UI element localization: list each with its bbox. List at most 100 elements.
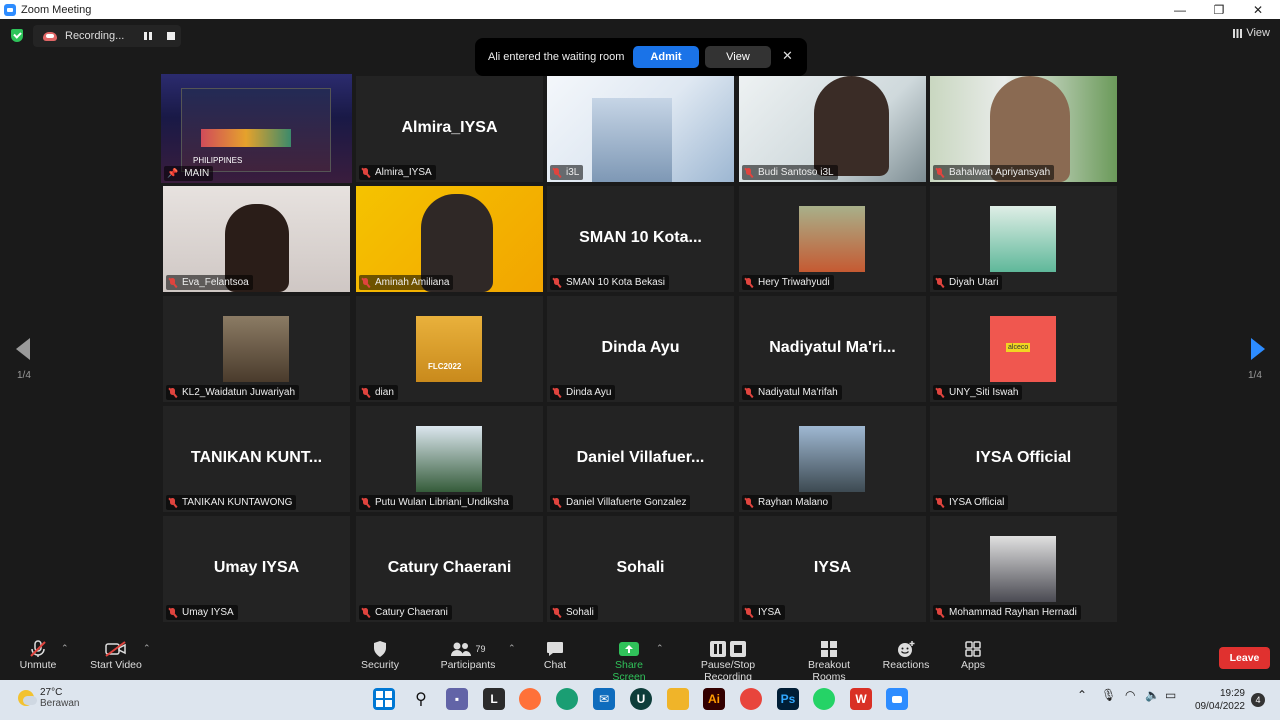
close-window-button[interactable]: ✕ <box>1238 0 1278 19</box>
battery-icon[interactable]: ▭ <box>1165 688 1176 702</box>
muted-mic-icon <box>169 607 176 618</box>
video-tile-kl2[interactable]: KL2_Waidatun Juwariyah <box>163 296 350 402</box>
video-tile-catury[interactable]: Catury Chaerani Catury Chaerani <box>356 516 543 622</box>
video-tile-almira[interactable]: Almira_IYSA Almira_IYSA <box>356 76 543 182</box>
grid-icon <box>1233 28 1243 38</box>
muted-microphone-icon <box>30 640 46 657</box>
video-tile-sman10[interactable]: SMAN 10 Kota... SMAN 10 Kota Bekasi <box>547 186 734 292</box>
participant-name-label: dian <box>359 385 398 400</box>
profile-picture <box>990 206 1056 272</box>
participant-name-label: Bahalwan Apriyansyah <box>933 165 1055 180</box>
teams-chat-icon[interactable]: ▪ <box>446 688 468 710</box>
apps-button[interactable]: Apps <box>958 639 988 671</box>
video-tile-eva[interactable]: Eva_Felantsoa <box>163 186 350 292</box>
breakout-rooms-icon <box>821 641 837 657</box>
chrome-icon[interactable] <box>740 688 762 710</box>
video-tile-dian[interactable]: FLC2022 dian <box>356 296 543 402</box>
file-app-l-icon[interactable]: L <box>483 688 505 710</box>
video-tile-rayhan[interactable]: Rayhan Malano <box>739 406 926 512</box>
notification-message: Ali entered the waiting room <box>488 51 625 63</box>
video-tile-aminah[interactable]: Aminah Amiliana <box>356 186 543 292</box>
weather-cloudy-icon <box>18 690 37 706</box>
participants-caret-icon[interactable]: ⌃ <box>508 643 516 654</box>
recording-label: Recording... <box>65 30 125 42</box>
video-tile-iysa-official[interactable]: IYSA Official IYSA Official <box>930 406 1117 512</box>
participant-name-label: Putu Wulan Libriani_Undiksha <box>359 495 513 510</box>
video-tile-hery[interactable]: Hery Triwahyudi <box>739 186 926 292</box>
profile-picture <box>990 536 1056 602</box>
pause-recording-button[interactable] <box>144 32 152 40</box>
mail-icon[interactable]: ✉ <box>593 688 615 710</box>
system-clock[interactable]: 19:29 09/04/2022 <box>1190 687 1245 713</box>
video-tile-dinda[interactable]: Dinda Ayu Dinda Ayu <box>547 296 734 402</box>
search-icon[interactable]: ⚲ <box>410 688 432 710</box>
muted-mic-icon <box>362 277 369 288</box>
chat-icon <box>547 642 563 656</box>
whatsapp-icon[interactable] <box>813 688 835 710</box>
wps-office-icon[interactable]: W <box>850 688 872 710</box>
recording-indicator: Recording... <box>33 25 181 47</box>
next-page-arrow-icon[interactable] <box>1251 338 1265 360</box>
maximize-button[interactable]: ❐ <box>1199 0 1239 19</box>
video-tile-bahalwan[interactable]: Bahalwan Apriyansyah <box>930 76 1117 182</box>
show-hidden-icons-caret-icon[interactable]: ⌃ <box>1077 688 1087 702</box>
volume-icon[interactable]: 🔈 <box>1145 688 1160 702</box>
security-shield-icon[interactable] <box>11 29 23 42</box>
breakout-rooms-button[interactable]: Breakout Rooms <box>790 639 868 683</box>
video-tile-mohammad[interactable]: Mohammad Rayhan Hernadi <box>930 516 1117 622</box>
video-tile-daniel[interactable]: Daniel Villafuer... Daniel Villafuerte G… <box>547 406 734 512</box>
participant-display-name: TANIKAN KUNT... <box>190 449 323 467</box>
video-tile-tanikan[interactable]: TANIKAN KUNT... TANIKAN KUNTAWONG <box>163 406 350 512</box>
edge-icon[interactable] <box>556 688 578 710</box>
video-tile-i3l[interactable]: i3L <box>547 76 734 182</box>
start-menu-icon[interactable] <box>373 688 395 710</box>
view-mode-button[interactable]: View <box>1233 27 1270 39</box>
participants-button[interactable]: 79 Participants <box>440 639 496 671</box>
muted-mic-icon <box>936 167 943 178</box>
admit-button[interactable]: Admit <box>633 46 699 68</box>
video-tile-budi[interactable]: Budi Santoso i3L <box>739 76 926 182</box>
weather-widget[interactable]: 27°C Berawan <box>18 687 79 709</box>
view-waiting-room-button[interactable]: View <box>705 46 771 68</box>
previous-page-arrow-icon[interactable] <box>16 338 30 360</box>
zoom-taskbar-icon[interactable] <box>886 688 908 710</box>
share-options-caret-icon[interactable]: ⌃ <box>656 643 664 654</box>
illustrator-icon[interactable]: Ai <box>703 688 725 710</box>
video-tile-umay[interactable]: Umay IYSA Umay IYSA <box>163 516 350 622</box>
unmute-button[interactable]: Unmute <box>17 639 59 671</box>
video-options-caret-icon[interactable]: ⌃ <box>143 643 151 654</box>
microphone-tray-icon[interactable]: 🎙 <box>1101 688 1116 702</box>
security-button[interactable]: Security <box>358 639 402 671</box>
muted-mic-icon <box>553 607 560 618</box>
chat-button[interactable]: Chat <box>540 639 570 671</box>
notification-count-badge[interactable]: 4 <box>1251 693 1265 707</box>
profile-picture <box>416 426 482 492</box>
muted-mic-icon <box>936 607 943 618</box>
muted-mic-icon <box>553 497 560 508</box>
minimize-button[interactable]: — <box>1160 0 1200 19</box>
share-screen-button[interactable]: Share Screen <box>597 639 661 683</box>
app-u-icon[interactable]: U <box>630 688 652 710</box>
reactions-button[interactable]: Reactions <box>882 639 930 671</box>
video-tile-uny-siti[interactable]: alceco UNY_Siti Iswah <box>930 296 1117 402</box>
file-explorer-icon[interactable] <box>667 688 689 710</box>
participant-display-name: Sohali <box>616 559 665 577</box>
close-notification-button[interactable]: ✕ <box>782 48 793 64</box>
video-tile-main[interactable]: PHILIPPINES 📌 MAIN <box>161 74 352 183</box>
wifi-icon[interactable]: ◠ <box>1125 688 1135 702</box>
leave-button[interactable]: Leave <box>1219 647 1270 669</box>
pause-stop-recording-button[interactable]: Pause/Stop Recording <box>676 639 780 683</box>
participant-display-name: Umay IYSA <box>213 559 300 577</box>
participant-display-name: Daniel Villafuer... <box>576 449 705 467</box>
audio-options-caret-icon[interactable]: ⌃ <box>61 643 69 654</box>
video-tile-putu[interactable]: Putu Wulan Libriani_Undiksha <box>356 406 543 512</box>
photoshop-icon[interactable]: Ps <box>777 688 799 710</box>
video-tile-nadiyatul[interactable]: Nadiyatul Ma'ri... Nadiyatul Ma'rifah <box>739 296 926 402</box>
start-video-button[interactable]: Start Video <box>88 639 144 671</box>
firefox-icon[interactable] <box>519 688 541 710</box>
video-tile-diyah[interactable]: Diyah Utari <box>930 186 1117 292</box>
video-tile-sohali[interactable]: Sohali Sohali <box>547 516 734 622</box>
profile-picture <box>799 206 865 272</box>
stop-recording-button[interactable] <box>167 32 175 40</box>
video-tile-iysa[interactable]: IYSA IYSA <box>739 516 926 622</box>
